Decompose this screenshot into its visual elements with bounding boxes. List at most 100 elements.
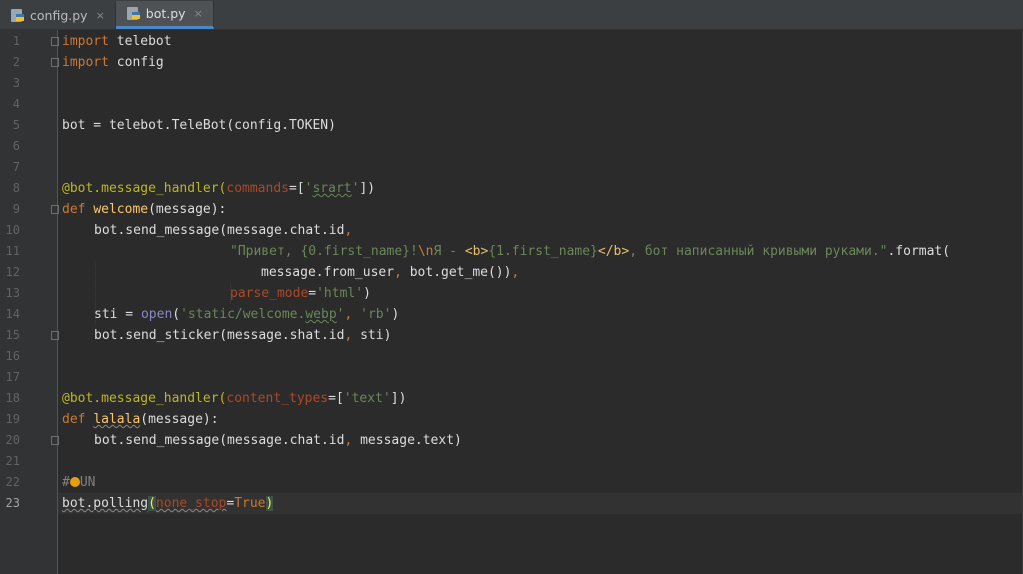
keyword: def <box>62 202 86 217</box>
comma: , <box>511 265 520 280</box>
line-number: 6 <box>12 139 20 153</box>
parameter: parse_mode <box>230 286 309 301</box>
code-line-19: def lalala(message): <box>62 409 1023 430</box>
line-number: 7 <box>12 160 20 174</box>
parameter: commands <box>226 181 289 196</box>
editor-tab-bar: config.py × bot.py × <box>0 0 1023 30</box>
code-text: =[ <box>328 391 344 406</box>
line-number: 9 <box>12 202 20 216</box>
keyword: True <box>234 496 266 511</box>
string: "Привет, {0.first_name}! <box>230 244 418 259</box>
function-name: lalala <box>93 412 141 427</box>
python-file-icon <box>10 8 25 23</box>
line-number: 14 <box>5 307 20 321</box>
string: 'html' <box>316 286 364 301</box>
indent-guide <box>95 262 97 283</box>
keyword: import <box>62 55 109 70</box>
code-line-18: @bot.message_handler(content_types=['tex… <box>62 388 1023 409</box>
code-line-15: bot.send_sticker(message.shat.id, sti) <box>94 325 1023 346</box>
code-text: .format( <box>887 244 951 259</box>
escape-sequence: \n <box>417 244 434 259</box>
code-text: =[ <box>289 181 305 196</box>
line-number: 12 <box>5 265 20 279</box>
line-number-current: 23 <box>5 496 20 510</box>
code-line-9: def welcome(message): <box>62 199 1023 220</box>
html-tag: </b> <box>597 244 630 259</box>
string-typo: webp <box>305 307 337 322</box>
line-number: 2 <box>12 55 20 69</box>
line-number: 10 <box>5 223 20 237</box>
string: {1.first_name} <box>488 244 598 259</box>
line-number: 21 <box>5 454 20 468</box>
string: 'text' <box>343 391 391 406</box>
tab-bot-py[interactable]: bot.py × <box>115 1 214 29</box>
line-number: 11 <box>5 244 20 258</box>
code-text: ( <box>172 307 181 322</box>
code-text: ) <box>391 307 400 322</box>
code-line-5: bot = telebot.TeleBot(config.TOKEN) <box>62 115 1023 136</box>
line-number: 15 <box>5 328 20 342</box>
line-number: 19 <box>5 412 20 426</box>
line-number: 3 <box>12 76 20 90</box>
code-text: telebot <box>108 34 172 49</box>
code-text: (message): <box>140 412 219 427</box>
parameter: none_stop <box>155 496 227 511</box>
code-text: ) <box>363 286 371 301</box>
code-text: ]) <box>390 391 407 406</box>
line-number: 22 <box>5 475 20 489</box>
close-icon[interactable]: × <box>96 9 105 22</box>
tab-config-py[interactable]: config.py × <box>0 1 116 29</box>
code-text: bot.polling <box>62 496 149 511</box>
parameter: content_types <box>226 391 329 406</box>
string: 'static/welcome. <box>180 307 306 322</box>
code-text: bot.send_sticker(message.shat.id <box>94 328 345 343</box>
decorator: @bot.message_handler( <box>62 181 227 196</box>
code-line-8: @bot.message_handler(commands=['srart']) <box>62 178 1023 199</box>
code-line-12: message.from_user, bot.get_me()), <box>261 262 1023 283</box>
comment: UN <box>79 475 96 490</box>
matched-bracket: ) <box>265 496 274 511</box>
builtin: open <box>140 307 173 322</box>
line-number: 18 <box>5 391 20 405</box>
line-number: 5 <box>12 118 20 132</box>
code-line-2: import config <box>62 52 1023 73</box>
code-line-11: "Привет, {0.first_name}!\nЯ - <b>{1.firs… <box>230 241 1023 262</box>
line-number: 16 <box>5 349 20 363</box>
code-text: = <box>308 286 317 301</box>
code-text: bot.send_message(message.chat.id <box>94 433 345 448</box>
code-area[interactable]: import telebot import config bot = teleb… <box>58 30 1023 574</box>
code-text: bot.send_message(message.chat.id <box>94 223 345 238</box>
python-file-icon <box>126 6 141 21</box>
code-text: sti) <box>352 328 392 343</box>
code-editor[interactable]: 1 2 3 4 5 6 7 8 9 10 11 12 13 14 15 16 1… <box>0 30 1023 574</box>
line-number: 17 <box>5 370 20 384</box>
code-text: config <box>108 55 164 70</box>
line-number: 20 <box>5 433 20 447</box>
code-text: (message): <box>148 202 227 217</box>
line-number: 1 <box>12 34 20 48</box>
string: Я - <box>433 244 465 259</box>
close-icon[interactable]: × <box>194 7 203 20</box>
line-number: 4 <box>12 97 20 111</box>
string-typo: srart <box>312 181 352 196</box>
code-line-20: bot.send_message(message.chat.id, messag… <box>94 430 1023 451</box>
function-name: welcome <box>93 202 149 217</box>
code-text: message.from_user <box>261 265 395 280</box>
code-line-14: sti = open('static/welcome.webp', 'rb') <box>94 304 1023 325</box>
code-text: ]) <box>359 181 376 196</box>
tab-label: bot.py <box>145 6 186 21</box>
string: 'rb' <box>352 307 392 322</box>
code-line-1: import telebot <box>62 31 1023 52</box>
decorator: @bot.message_handler( <box>62 391 227 406</box>
code-line-23: bot.polling(none_stop=True) <box>62 493 1023 514</box>
code-text: sti = <box>94 307 141 322</box>
comment: # <box>62 475 70 490</box>
comma: , <box>344 223 353 238</box>
code-text: bot = telebot.TeleBot(config.TOKEN) <box>62 118 336 133</box>
code-text: message.text) <box>352 433 462 448</box>
keyword: def <box>62 412 86 427</box>
code-text: bot.get_me()) <box>401 265 512 280</box>
code-line-10: bot.send_message(message.chat.id, <box>94 220 1023 241</box>
lightbulb-icon[interactable] <box>69 477 80 487</box>
string: , бот написанный кривыми руками." <box>629 244 888 259</box>
